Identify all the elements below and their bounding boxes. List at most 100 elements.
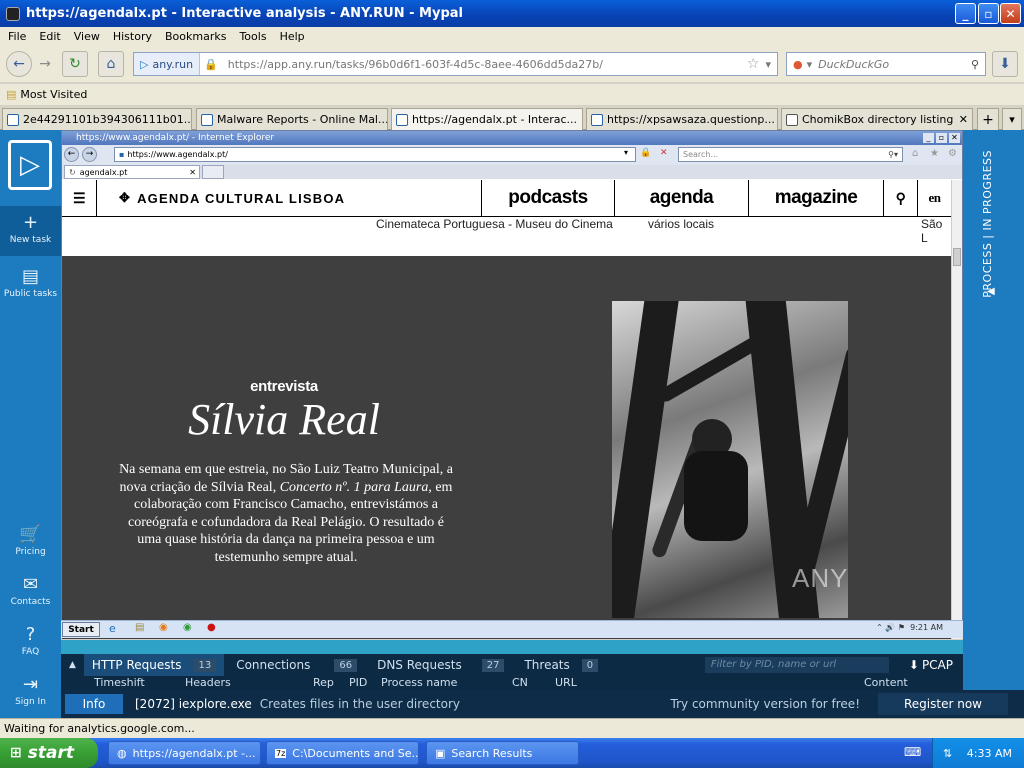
taskbar-item-7zip[interactable]: 7z C:\Documents and Se... <box>266 741 419 765</box>
keyboard-icon[interactable]: ⌨ <box>904 745 921 759</box>
language-switch[interactable]: en <box>917 180 951 216</box>
pricing-button[interactable]: 🛒 Pricing <box>0 524 61 557</box>
ie-tab-agendalx[interactable]: ↻ agendalx.pt ✕ <box>64 165 200 179</box>
search-box[interactable]: ● ▾ DuckDuckGo ⚲ <box>786 52 986 76</box>
network-tray-icon[interactable]: ⇅ <box>933 747 952 760</box>
most-visited[interactable]: Most Visited <box>20 88 87 101</box>
url-dropdown-icon[interactable]: ▾ <box>759 58 777 71</box>
taskbar-item-browser[interactable]: ◍ https://agendalx.pt -... <box>108 741 261 765</box>
tab-dns-requests[interactable]: DNS Requests 27 <box>369 654 512 676</box>
col-url[interactable]: URL <box>555 676 577 689</box>
vm-opera-icon[interactable]: ● <box>207 622 216 633</box>
ie-new-tab-button[interactable] <box>202 165 224 179</box>
ie-minimize-button[interactable]: _ <box>923 133 934 143</box>
col-headers[interactable]: Headers <box>185 676 231 689</box>
sign-in-button[interactable]: ⇥ Sign In <box>0 674 61 707</box>
ie-stop-icon[interactable]: ✕ <box>660 148 668 158</box>
maximize-button[interactable]: ▫ <box>978 3 999 24</box>
event-venue[interactable]: Cinemateca Portuguesa - Museu do Cinema <box>376 217 613 231</box>
tab-3[interactable]: https://agendalx.pt - Interac...✕ <box>391 108 583 130</box>
ie-address-bar[interactable]: ▪ https://www.agendalx.pt/ <box>114 147 636 162</box>
ie-home-icon[interactable]: ⌂ <box>912 148 918 159</box>
download-icon[interactable]: ⬇ <box>992 51 1018 77</box>
ie-back-icon[interactable]: ← <box>64 147 79 162</box>
tab-connections[interactable]: Connections 66 <box>228 654 365 676</box>
url-bar[interactable]: ▷ any.run 🔒 https://app.any.run/tasks/96b… <box>133 52 778 76</box>
tab-threats[interactable]: Threats 0 <box>516 654 606 676</box>
vm-start-button[interactable]: Start <box>62 622 100 637</box>
col-process-name[interactable]: Process name <box>381 676 457 689</box>
info-process[interactable]: [2072] iexplore.exe <box>135 697 252 711</box>
minimize-button[interactable]: _ <box>955 3 976 24</box>
ie-search-box[interactable]: Search... ⚲▾ <box>678 147 903 162</box>
col-content[interactable]: Content <box>864 676 908 689</box>
vm-folder-icon[interactable]: ▤ <box>135 622 144 633</box>
ie-maximize-button[interactable]: ▫ <box>936 133 947 143</box>
reload-icon[interactable]: ↻ <box>62 51 88 77</box>
article-photo[interactable]: ANY RUN <box>612 301 848 618</box>
forward-icon[interactable]: → <box>32 51 58 77</box>
event-venue-3[interactable]: São L <box>921 217 951 245</box>
close-tab-icon[interactable]: ✕ <box>955 113 968 126</box>
menu-edit[interactable]: Edit <box>39 30 60 43</box>
register-button[interactable]: Register now <box>878 693 1008 715</box>
col-timeshift[interactable]: Timeshift <box>94 676 145 689</box>
home-icon[interactable]: ⌂ <box>98 51 124 77</box>
ie-scroll-thumb[interactable] <box>953 248 961 266</box>
public-tasks-button[interactable]: ▤ Public tasks <box>0 266 61 299</box>
new-tab-button[interactable]: + <box>977 108 999 130</box>
pcap-button[interactable]: ⬇ PCAP <box>889 658 963 672</box>
taskbar-item-search[interactable]: ▣ Search Results <box>426 741 579 765</box>
start-button[interactable]: ⊞ start <box>0 738 98 768</box>
tab-http-requests[interactable]: HTTP Requests 13 <box>83 654 225 676</box>
nav-agenda[interactable]: agenda <box>614 180 748 216</box>
new-task-button[interactable]: + New task <box>0 206 61 256</box>
col-pid[interactable]: PID <box>349 676 367 689</box>
tab-2[interactable]: Malware Reports - Online Mal...✕ <box>196 108 388 130</box>
process-status-bar[interactable]: PROCESS | IN PROGRESS ◀ <box>963 130 1024 718</box>
site-logo[interactable]: ✥ AGENDA CULTURAL LISBOA <box>96 180 481 216</box>
back-icon[interactable]: ← <box>6 51 32 77</box>
col-rep[interactable]: Rep <box>313 676 334 689</box>
vm-chrome-icon[interactable]: ◉ <box>183 622 192 633</box>
search-icon[interactable]: ⚲ <box>971 58 985 71</box>
clock[interactable]: 4:33 AM <box>967 747 1012 760</box>
feature-article[interactable]: entrevista Sílvia Real Na semana em que … <box>62 256 951 639</box>
collapse-arrow-icon[interactable]: ◀ <box>987 286 995 297</box>
faq-button[interactable]: ? FAQ <box>0 624 61 657</box>
article-headline[interactable]: Sílvia Real <box>62 394 506 445</box>
tab-1[interactable]: 2e44291101b394306111b01...✕ <box>2 108 192 130</box>
ie-favorites-icon[interactable]: ★ <box>930 148 939 159</box>
collapse-icon[interactable]: ▲ <box>61 660 84 670</box>
menu-view[interactable]: View <box>74 30 100 43</box>
col-cn[interactable]: CN <box>512 676 528 689</box>
close-tab-icon[interactable]: ✕ <box>577 113 582 126</box>
menu-help[interactable]: Help <box>280 30 305 43</box>
vm-ie-icon[interactable]: e <box>109 622 116 635</box>
nav-magazine[interactable]: magazine <box>748 180 883 216</box>
community-promo[interactable]: Try community version for free! <box>671 697 860 711</box>
contacts-button[interactable]: ✉ Contacts <box>0 574 61 607</box>
menu-history[interactable]: History <box>113 30 152 43</box>
bookmark-star-icon[interactable]: ☆ <box>747 56 760 72</box>
ie-tools-icon[interactable]: ⚙ <box>948 148 957 159</box>
hamburger-menu-icon[interactable]: ☰ <box>62 180 96 216</box>
menu-bookmarks[interactable]: Bookmarks <box>165 30 226 43</box>
ie-forward-icon[interactable]: → <box>82 147 97 162</box>
ie-scrollbar[interactable] <box>951 180 962 639</box>
site-search-icon[interactable]: ⚲ <box>883 180 917 216</box>
tab-4[interactable]: https://xpsawsaza.questionp...✕ <box>586 108 778 130</box>
tab-5[interactable]: ChomikBox directory listing ✕ <box>781 108 973 130</box>
close-tab-icon[interactable]: ✕ <box>775 113 777 126</box>
ie-search-icon[interactable]: ⚲▾ <box>888 150 902 159</box>
event-venue-2[interactable]: vários locais <box>648 217 714 231</box>
ie-close-button[interactable]: ✕ <box>949 133 960 143</box>
anyrun-logo-icon[interactable]: ▷ <box>8 140 52 190</box>
site-identity[interactable]: ▷ any.run <box>134 53 201 75</box>
ie-close-tab-icon[interactable]: ✕ <box>189 168 199 177</box>
vm-firefox-icon[interactable]: ◉ <box>159 622 168 633</box>
menu-file[interactable]: File <box>8 30 26 43</box>
menu-tools[interactable]: Tools <box>239 30 266 43</box>
tab-list-button[interactable]: ▾ <box>1002 108 1022 130</box>
nav-podcasts[interactable]: podcasts <box>481 180 614 216</box>
